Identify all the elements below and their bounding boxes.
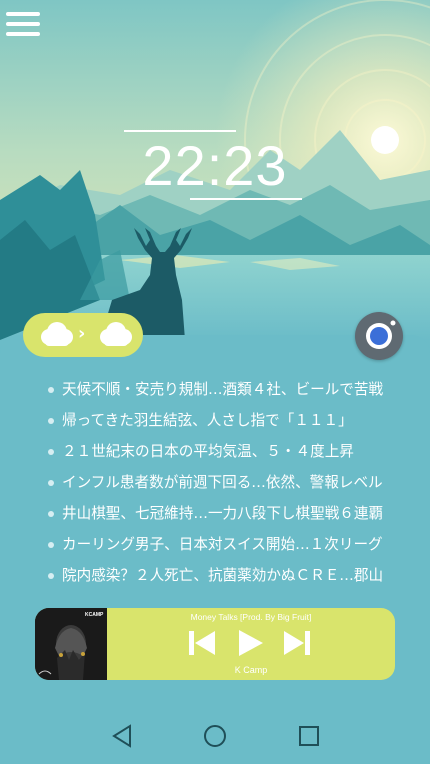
chrome-app-button[interactable] [355,312,403,360]
clock-decor-line-top [124,130,236,132]
music-player: KCAMP Money Talks [Prod. By Big Fruit] K… [35,608,395,680]
news-headline: 井山棋聖、七冠維持…一力八段下し棋聖戦６連覇 [62,505,384,522]
album-cover-image [35,608,107,680]
news-item[interactable]: 天候不順・安売り規制…酒類４社、ビールで苦戦 [46,374,426,405]
clock-widget: 22:23 [120,128,310,208]
clock-time: 22:23 [142,134,288,197]
news-list: 天候不順・安売り規制…酒類４社、ビールで苦戦 帰ってきた羽生結弦、人さし指で「１… [46,374,426,591]
previous-track-button[interactable] [186,628,218,658]
track-artist: K Camp [234,665,268,675]
next-track-button[interactable] [281,628,313,658]
cloud-icon [100,322,132,346]
play-button[interactable] [235,628,265,658]
news-headline: 帰ってきた羽生結弦、人さし指で「１１１」 [62,412,353,429]
recent-apps-button[interactable] [296,722,322,750]
news-item[interactable]: 帰ってきた羽生結弦、人さし指で「１１１」 [46,405,426,436]
menu-icon[interactable] [6,10,42,38]
news-headline: 天候不順・安売り規制…酒類４社、ビールで苦戦 [62,381,384,398]
news-item[interactable]: インフル患者数が前週下回る…依然、警報レベル [46,467,426,498]
forecast-arrow-icon: › [78,323,86,344]
album-art[interactable]: KCAMP [35,608,107,680]
clock-decor-line-bottom [190,198,302,200]
news-headline: カーリング男子、日本対スイス開始…１次リーグ [62,536,383,553]
cloud-icon [41,322,73,346]
bullet-icon [48,573,54,579]
home-button[interactable] [202,722,228,750]
news-item[interactable]: ２１世紀末の日本の平均気温、５・４度上昇 [46,436,426,467]
news-item[interactable]: 井山棋聖、七冠維持…一力八段下し棋聖戦６連覇 [46,498,426,529]
bullet-icon [48,480,54,486]
news-headline: ２１世紀末の日本の平均気温、５・４度上昇 [62,443,354,460]
bullet-icon [48,449,54,455]
back-button[interactable] [110,722,134,750]
weather-forecast-button[interactable]: › [23,313,143,357]
chrome-icon [366,320,396,349]
album-label: KCAMP [85,612,104,618]
track-title: Money Talks [Prod. By Big Fruit] [190,612,312,622]
news-headline: インフル患者数が前週下回る…依然、警報レベル [62,474,383,491]
bullet-icon [48,387,54,393]
bullet-icon [48,542,54,548]
news-item[interactable]: カーリング男子、日本対スイス開始…１次リーグ [46,529,426,560]
news-headline: 院内感染？２人死亡、抗菌薬効かぬＣＲＥ…郡山 [62,567,384,584]
news-item[interactable]: 院内感染？２人死亡、抗菌薬効かぬＣＲＥ…郡山 [46,560,426,591]
bullet-icon [48,418,54,424]
bullet-icon [48,511,54,517]
